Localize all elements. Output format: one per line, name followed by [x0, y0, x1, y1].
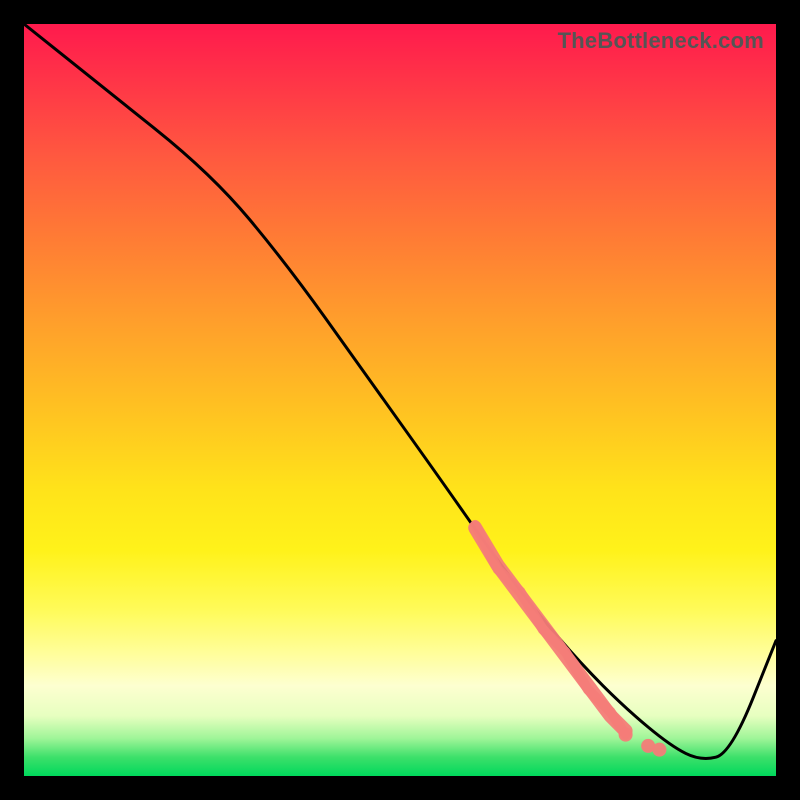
- highlight-dots: [619, 728, 667, 757]
- chart-svg: [24, 24, 776, 776]
- highlight-segment: [475, 525, 625, 735]
- chart-frame: TheBottleneck.com: [24, 24, 776, 776]
- bottleneck-curve: [24, 24, 776, 758]
- watermark-text: TheBottleneck.com: [558, 28, 764, 54]
